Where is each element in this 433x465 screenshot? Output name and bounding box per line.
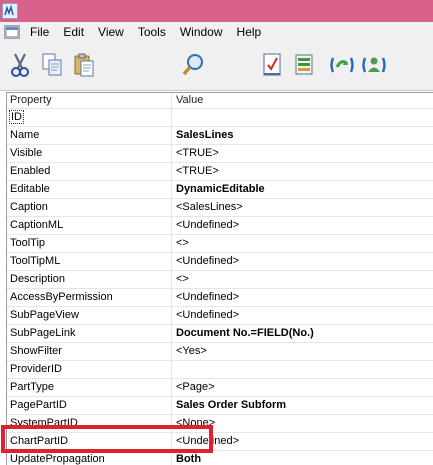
property-name: ProviderID xyxy=(7,361,172,378)
menu-bar: File Edit View Tools Window Help xyxy=(0,22,433,42)
table-row[interactable]: ToolTipML <Undefined> xyxy=(7,253,433,271)
property-label: ProviderID xyxy=(10,363,62,375)
find-icon[interactable] xyxy=(180,50,208,80)
menu-help[interactable]: Help xyxy=(230,22,269,42)
table-row[interactable]: ID xyxy=(7,109,433,127)
table-row[interactable]: PartType <Page> xyxy=(7,379,433,397)
user-link-icon[interactable] xyxy=(360,50,388,80)
property-name: CaptionML xyxy=(7,217,172,234)
property-name: Name xyxy=(7,127,172,144)
property-grid: Property Value ID Name SalesLines Visible <T… xyxy=(6,92,433,465)
property-name: Visible xyxy=(7,145,172,162)
property-name: ToolTipML xyxy=(7,253,172,270)
table-row[interactable]: PagePartID Sales Order Subform xyxy=(7,397,433,415)
property-value[interactable]: <> xyxy=(172,235,433,252)
header-property: Property xyxy=(7,93,172,108)
property-value[interactable] xyxy=(172,361,433,378)
property-label: PagePartID xyxy=(10,399,67,411)
table-row[interactable]: Enabled <TRUE> xyxy=(7,163,433,181)
table-row[interactable]: Caption <SalesLines> xyxy=(7,199,433,217)
property-value[interactable]: <TRUE> xyxy=(172,163,433,180)
property-name: Enabled xyxy=(7,163,172,180)
property-value[interactable]: Document No.=FIELD(No.) xyxy=(172,325,433,342)
property-label: Description xyxy=(10,273,66,285)
property-value[interactable]: <Yes> xyxy=(172,343,433,360)
table-row[interactable]: Editable DynamicEditable xyxy=(7,181,433,199)
menu-view[interactable]: View xyxy=(91,22,131,42)
table-row[interactable]: ToolTip <> xyxy=(7,235,433,253)
table-row[interactable]: SubPageView <Undefined> xyxy=(7,307,433,325)
app-icon xyxy=(2,3,18,19)
property-label: ShowFilter xyxy=(10,345,62,357)
menu-window[interactable]: Window xyxy=(173,22,230,42)
property-name: UpdatePropagation xyxy=(7,451,172,465)
property-label: Caption xyxy=(10,201,48,213)
property-label: PartType xyxy=(10,381,55,393)
property-value[interactable]: Sales Order Subform xyxy=(172,397,433,414)
table-row[interactable]: ProviderID xyxy=(7,361,433,379)
cut-icon[interactable] xyxy=(6,50,34,80)
database-icon[interactable] xyxy=(290,50,318,80)
property-name: ShowFilter xyxy=(7,343,172,360)
grid-rows: ID Name SalesLines Visible <TRUE> Enabled <TRU… xyxy=(7,109,433,465)
menu-tools[interactable]: Tools xyxy=(131,22,173,42)
title-bar xyxy=(0,0,433,22)
table-row[interactable]: UpdatePropagation Both xyxy=(7,451,433,465)
property-name: Description xyxy=(7,271,172,288)
property-name: PagePartID xyxy=(7,397,172,414)
property-label: ToolTipML xyxy=(10,255,61,267)
menu-file[interactable]: File xyxy=(23,22,56,42)
property-label: SubPageLink xyxy=(10,327,76,339)
property-label: AccessByPermission xyxy=(10,291,113,303)
property-name: AccessByPermission xyxy=(7,289,172,306)
property-value[interactable]: <Undefined> xyxy=(172,289,433,306)
property-label: ToolTip xyxy=(10,237,46,249)
property-name: PartType xyxy=(7,379,172,396)
property-name: Editable xyxy=(7,181,172,198)
property-value[interactable]: SalesLines xyxy=(172,127,433,144)
property-value[interactable]: <Undefined> xyxy=(172,253,433,270)
highlight-box xyxy=(1,425,213,453)
property-label: Editable xyxy=(10,183,50,195)
property-value[interactable] xyxy=(172,109,433,126)
property-label: Name xyxy=(10,129,40,141)
table-row[interactable]: SubPageLink Document No.=FIELD(No.) xyxy=(7,325,433,343)
property-value[interactable]: DynamicEditable xyxy=(172,181,433,198)
table-row[interactable]: Name SalesLines xyxy=(7,127,433,145)
property-name: Caption xyxy=(7,199,172,216)
property-label: Visible xyxy=(10,147,43,159)
property-name: SubPageLink xyxy=(7,325,172,342)
property-name: ID xyxy=(7,109,172,126)
properties-icon[interactable] xyxy=(258,50,286,80)
property-value[interactable]: <SalesLines> xyxy=(172,199,433,216)
property-label: UpdatePropagation xyxy=(10,453,105,465)
toolbar xyxy=(0,42,433,91)
property-value[interactable]: <Undefined> xyxy=(172,217,433,234)
property-name: ToolTip xyxy=(7,235,172,252)
table-row[interactable]: ShowFilter <Yes> xyxy=(7,343,433,361)
header-value: Value xyxy=(176,94,204,106)
property-label: ID xyxy=(9,110,24,124)
refresh-link-icon[interactable] xyxy=(328,50,356,80)
property-name: SubPageView xyxy=(7,307,172,324)
table-row[interactable]: Visible <TRUE> xyxy=(7,145,433,163)
window-menu-icon[interactable] xyxy=(4,25,20,39)
table-row[interactable]: Description <> xyxy=(7,271,433,289)
property-label: CaptionML xyxy=(10,219,64,231)
copy-icon[interactable] xyxy=(38,50,66,80)
menu-edit[interactable]: Edit xyxy=(56,22,91,42)
property-label: Enabled xyxy=(10,165,51,177)
grid-header: Property Value xyxy=(7,93,433,109)
table-row[interactable]: AccessByPermission <Undefined> xyxy=(7,289,433,307)
property-value[interactable]: <Page> xyxy=(172,379,433,396)
property-value[interactable]: <> xyxy=(172,271,433,288)
table-row[interactable]: CaptionML <Undefined> xyxy=(7,217,433,235)
property-value[interactable]: <Undefined> xyxy=(172,307,433,324)
paste-icon[interactable] xyxy=(70,50,98,80)
property-label: SubPageView xyxy=(10,309,79,321)
property-value[interactable]: <TRUE> xyxy=(172,145,433,162)
property-value[interactable]: Both xyxy=(172,451,433,465)
